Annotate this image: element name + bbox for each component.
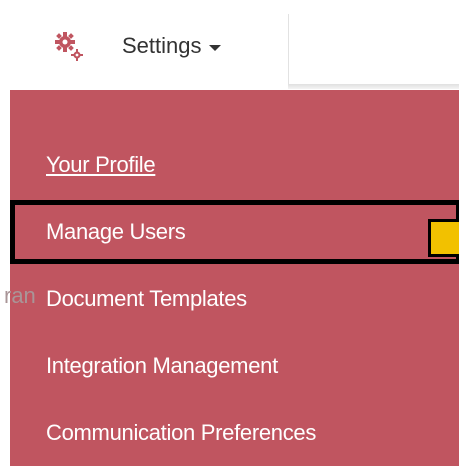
background-partial-text: ran — [4, 283, 36, 308]
menu-item-communication-preferences[interactable]: Communication Preferences — [46, 420, 316, 446]
menu-item-your-profile[interactable]: Your Profile — [46, 152, 156, 178]
nav-divider — [288, 14, 289, 84]
settings-label: Settings — [122, 33, 202, 58]
menu-item-document-templates[interactable]: Document Templates — [46, 286, 247, 312]
menu-item-manage-users[interactable]: Manage Users — [46, 219, 186, 245]
menu-item-integration-management[interactable]: Integration Management — [46, 353, 278, 379]
settings-menu-toggle[interactable]: Settings — [44, 18, 221, 74]
gear-icon — [52, 29, 86, 63]
top-navbar: Settings — [0, 0, 459, 89]
nav-shadow — [288, 84, 459, 89]
caret-down-icon — [208, 44, 221, 51]
settings-dropdown — [10, 90, 459, 466]
pointer-marker — [428, 219, 459, 257]
